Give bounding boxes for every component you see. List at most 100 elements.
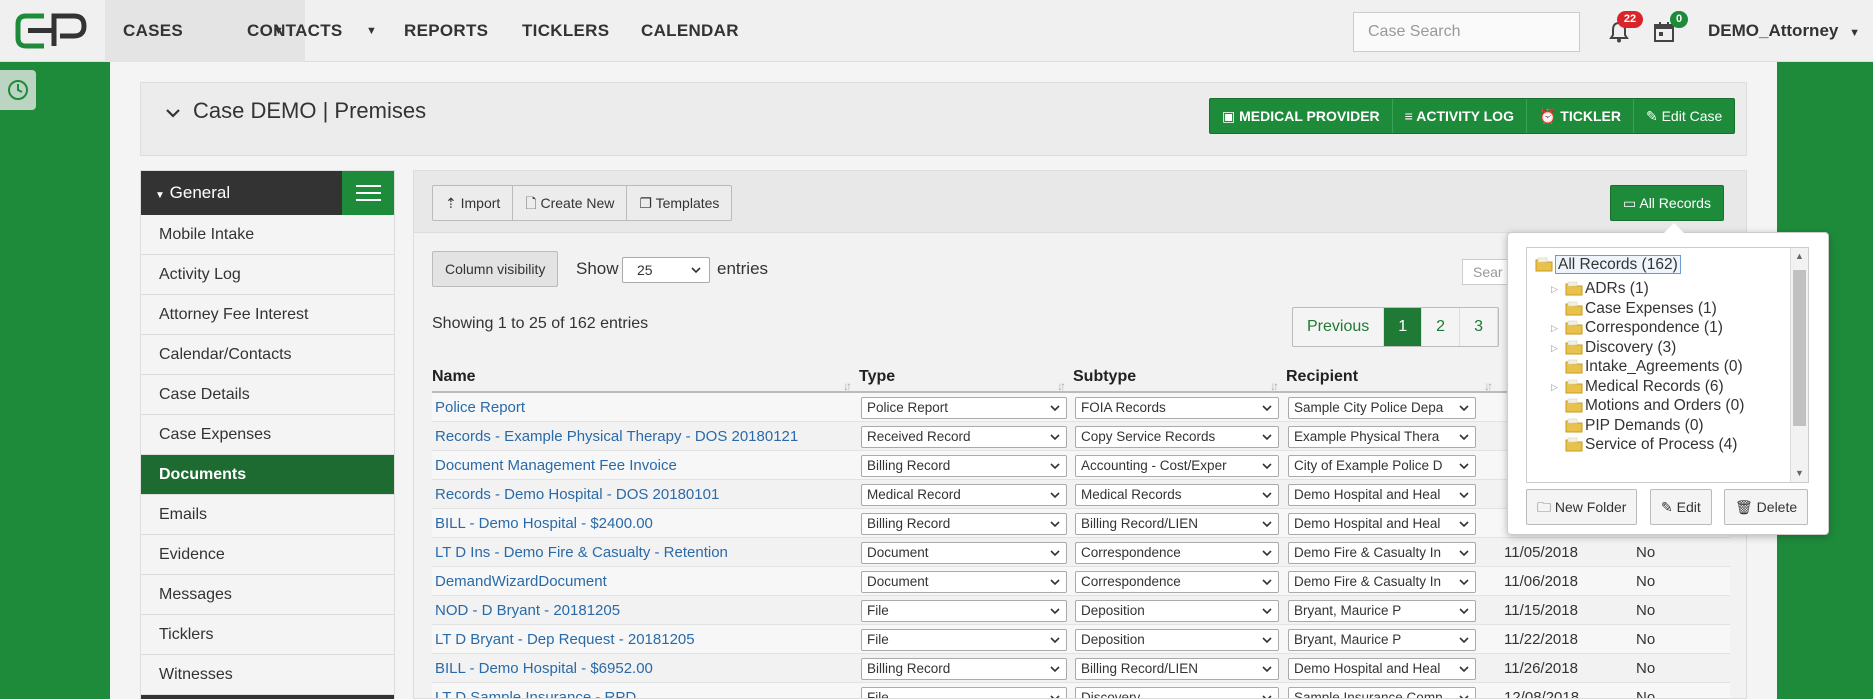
subtype-select[interactable]: Billing Record/LIEN [1075,658,1279,680]
recipient-select[interactable]: Sample City Police Depa [1288,397,1476,419]
pager-page-3[interactable]: 3 [1460,308,1498,346]
subtype-select[interactable]: Deposition [1075,629,1279,651]
type-select[interactable]: File [861,629,1067,651]
column-header-subtype[interactable]: Subtype ↓↑ [1073,361,1286,393]
sidebar-item-witnesses[interactable]: Witnesses [141,655,394,695]
pager-previous[interactable]: Previous [1293,308,1385,346]
pager-page-2[interactable]: 2 [1422,308,1461,346]
all-records-button[interactable]: ▭ All Records [1610,185,1724,221]
subtype-select[interactable]: Accounting - Cost/Exper [1075,455,1279,477]
type-select[interactable]: Document [861,571,1067,593]
sidebar-item-emails[interactable]: Emails [141,495,394,535]
sidebar-item-messages[interactable]: Messages [141,575,394,615]
nav-ticklers[interactable]: TICKLERS [522,0,609,62]
page-length-select[interactable]: 25 [622,257,710,283]
folder-node[interactable]: Service of Process (4) [1565,434,1737,456]
hamburger-menu-icon[interactable] [342,171,394,215]
subtype-select[interactable]: Deposition [1075,600,1279,622]
type-select[interactable]: Document [861,542,1067,564]
column-header-type[interactable]: Type ↓↑ [859,361,1073,393]
import-button[interactable]: ⇡ Import [433,186,514,220]
column-header-recipient[interactable]: Recipient ↓↑ [1286,361,1500,393]
document-name-link[interactable]: Records - Demo Hospital - DOS 20180101 [432,480,859,508]
create-new-button[interactable]: 🗋 Create New [513,186,628,220]
subtype-select[interactable]: Correspondence [1075,542,1279,564]
templates-button[interactable]: ❐ Templates [627,186,731,220]
nav-contacts[interactable]: CONTACTS [247,0,343,62]
folder-node-root[interactable]: All Records (162) [1535,254,1681,276]
tickler-button[interactable]: ⏰ TICKLER [1527,99,1634,133]
recipient-select[interactable]: Demo Hospital and Heal [1288,484,1476,506]
recipient-select[interactable]: Demo Fire & Casualty In [1288,571,1476,593]
sidebar-item-case-expenses[interactable]: Case Expenses [141,415,394,455]
type-select[interactable]: File [861,600,1067,622]
subtype-select[interactable]: FOIA Records [1075,397,1279,419]
edit-folder-button[interactable]: ✎ Edit [1650,489,1712,525]
type-select[interactable]: Received Record [861,426,1067,448]
medical-provider-button[interactable]: ▣ MEDICAL PROVIDER [1210,99,1393,133]
document-name-link[interactable]: Police Report [432,393,859,421]
type-select[interactable]: Police Report [861,397,1067,419]
sidebar-item-attorney-fee-interest[interactable]: Attorney Fee Interest [141,295,394,335]
recipient-select[interactable]: Example Physical Thera [1288,426,1476,448]
scroll-up-icon[interactable]: ▲ [1795,251,1804,261]
expand-icon[interactable]: ▷ [1551,337,1558,359]
nav-reports[interactable]: REPORTS [404,0,488,62]
type-select[interactable]: Billing Record [861,513,1067,535]
nav-calendar[interactable]: CALENDAR [641,0,739,62]
type-select[interactable]: Medical Record [861,484,1067,506]
subtype-select[interactable]: Billing Record/LIEN [1075,513,1279,535]
recipient-select[interactable]: Demo Hospital and Heal [1288,658,1476,680]
scroll-down-icon[interactable]: ▼ [1795,468,1804,478]
edit-case-button[interactable]: ✎ Edit Case [1634,99,1734,133]
sidebar-item-evidence[interactable]: Evidence [141,535,394,575]
recipient-select[interactable]: Demo Hospital and Heal [1288,513,1476,535]
scroll-thumb[interactable] [1793,270,1806,426]
pager-page-1[interactable]: 1 [1384,308,1423,346]
recipient-select[interactable]: Sample Insurance Comp [1288,687,1476,698]
column-visibility-button[interactable]: Column visibility [432,251,559,287]
sidebar-header[interactable]: ▼ General [141,171,394,215]
expand-icon[interactable]: ▷ [1551,278,1558,300]
tree-scrollbar[interactable]: ▲ ▼ [1790,248,1808,482]
subtype-select[interactable]: Correspondence [1075,571,1279,593]
sidebar-item-activity-log[interactable]: Activity Log [141,255,394,295]
type-select[interactable]: File [861,687,1067,698]
case-search-input[interactable]: Case Search [1353,12,1580,52]
sidebar-item-case-details[interactable]: Case Details [141,375,394,415]
subtype-cell: Deposition [1073,596,1286,624]
collapse-chevron-icon[interactable] [165,107,181,119]
type-select[interactable]: Billing Record [861,455,1067,477]
activity-log-button[interactable]: ≡ ACTIVITY LOG [1393,99,1527,133]
document-name-link[interactable]: BILL - Demo Hospital - $2400.00 [432,509,859,537]
document-name-link[interactable]: NOD - D Bryant - 20181205 [432,596,859,624]
type-select[interactable]: Billing Record [861,658,1067,680]
contacts-dropdown-icon[interactable]: ▼ [366,25,377,37]
recipient-select[interactable]: Bryant, Maurice P [1288,600,1476,622]
sidebar-item-calendar-contacts[interactable]: Calendar/Contacts [141,335,394,375]
recipient-select[interactable]: Demo Fire & Casualty In [1288,542,1476,564]
document-name-link[interactable]: BILL - Demo Hospital - $6952.00 [432,654,859,682]
folder-plus-icon: 🗀 [1537,499,1551,515]
sidebar-item-documents[interactable]: Documents [141,455,394,495]
time-tracker-tab[interactable] [0,70,36,110]
sidebar-item-mobile-intake[interactable]: Mobile Intake [141,215,394,255]
subtype-select[interactable]: Copy Service Records [1075,426,1279,448]
subtype-select[interactable]: Discovery [1075,687,1279,698]
subtype-select[interactable]: Medical Records [1075,484,1279,506]
expand-icon[interactable]: ▷ [1551,376,1558,398]
document-name-link[interactable]: Records - Example Physical Therapy - DOS… [432,422,859,450]
recipient-select[interactable]: Bryant, Maurice P [1288,629,1476,651]
sidebar-item-ticklers[interactable]: Ticklers [141,615,394,655]
column-header-name[interactable]: Name ↓↑ [432,361,859,393]
document-name-link[interactable]: DemandWizardDocument [432,567,859,595]
document-name-link[interactable]: LT D Ins - Demo Fire & Casualty - Retent… [432,538,859,566]
app-logo[interactable] [14,12,88,50]
recipient-select[interactable]: City of Example Police D [1288,455,1476,477]
document-name-link[interactable]: Document Management Fee Invoice [432,451,859,479]
delete-folder-button[interactable]: 🗑 Delete [1724,489,1809,525]
document-name-link[interactable]: LT D Sample Insurance - RPD [432,683,859,698]
document-name-link[interactable]: LT D Bryant - Dep Request - 20181205 [432,625,859,653]
user-menu[interactable]: DEMO_Attorney ▼ [1708,0,1860,64]
new-folder-button[interactable]: 🗀 New Folder [1526,489,1638,525]
